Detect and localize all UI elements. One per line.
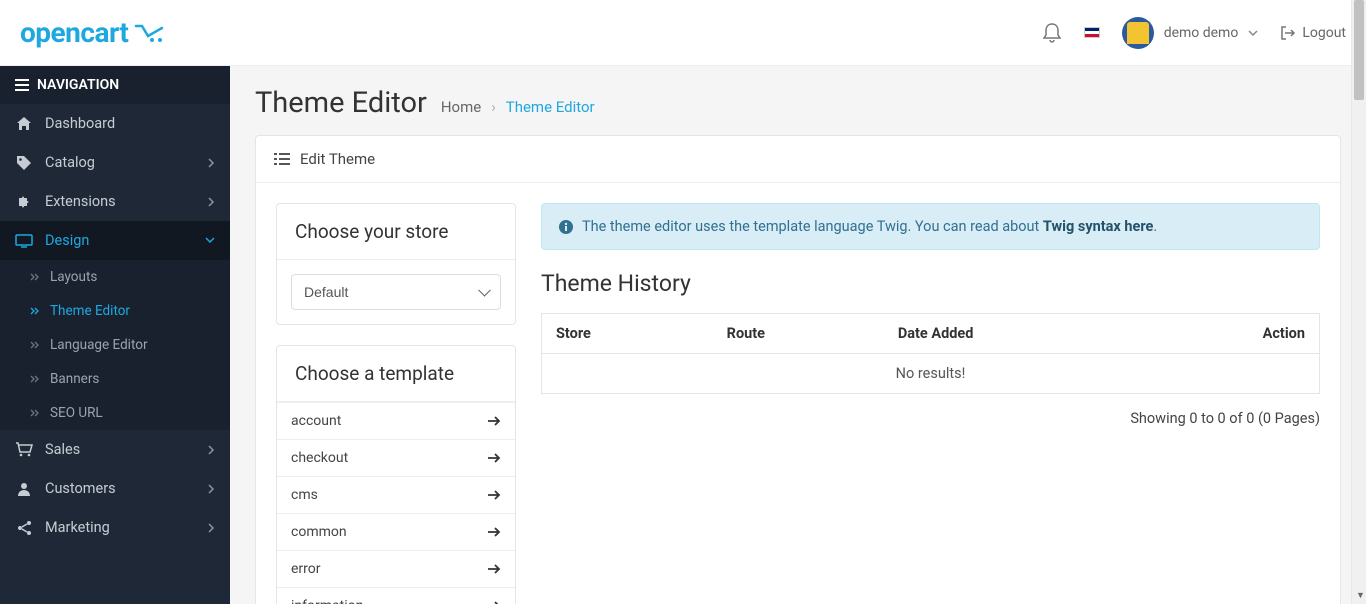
brand-text: opencart [20,16,128,49]
arrow-right-icon [487,600,501,604]
logout-icon [1280,25,1296,41]
list-icon [274,153,290,166]
page-title: Theme Editor [255,86,427,120]
col-date: Date Added [884,314,1149,354]
col-action: Action [1148,314,1319,354]
sidebar-item-sales[interactable]: Sales [0,430,230,469]
sidebar-sub-theme-editor[interactable]: Theme Editor [0,294,230,328]
arrow-right-icon [487,415,501,427]
chevron-right-icon [208,523,215,533]
sidebar-sub-banners[interactable]: Banners [0,362,230,396]
cart-icon [15,442,33,457]
store-select[interactable]: Default [291,274,501,310]
choose-template-title: Choose a template [277,346,515,402]
logout-link[interactable]: Logout [1280,25,1346,41]
breadcrumb-current[interactable]: Theme Editor [506,98,595,116]
cart-icon [134,22,168,44]
template-item[interactable]: account [277,402,515,439]
choose-template-card: Choose a template account checkout [276,345,516,604]
page-header: Theme Editor Home › Theme Editor [230,66,1366,135]
template-item[interactable]: information [277,587,515,604]
header-right: demo demo Logout [1042,17,1346,49]
tag-icon [15,155,33,171]
template-item[interactable]: cms [277,476,515,513]
col-store: Store [542,314,713,354]
arrow-right-icon [487,563,501,575]
info-circle-icon [558,219,574,235]
header: opencart demo demo Logout [0,0,1366,66]
scrollbar-thumb[interactable] [1354,0,1364,100]
chevron-right-icon [208,158,215,168]
sidebar-item-marketing[interactable]: Marketing [0,508,230,547]
user-icon [15,481,33,496]
sidebar-item-dashboard[interactable]: Dashboard [0,104,230,143]
arrow-right-icon [487,526,501,538]
right-column: The theme editor uses the template langu… [541,203,1320,427]
chevron-right-icon [208,484,215,494]
pagination-info: Showing 0 to 0 of 0 (0 Pages) [541,410,1320,427]
arrow-right-icon [487,452,501,464]
angles-right-icon [30,341,40,349]
angles-right-icon [30,375,40,383]
theme-history-title: Theme History [541,270,1320,297]
template-list: account checkout cms [277,402,515,604]
scroll-down-icon[interactable]: ▼ [1356,590,1365,601]
arrow-right-icon [487,489,501,501]
content: Theme Editor Home › Theme Editor Edit Th… [230,66,1366,604]
template-item[interactable]: checkout [277,439,515,476]
sidebar-item-extensions[interactable]: Extensions [0,182,230,221]
col-route: Route [713,314,884,354]
edit-theme-panel: Edit Theme Choose your store Default [255,135,1341,604]
sidebar-sub-language-editor[interactable]: Language Editor [0,328,230,362]
sidebar-sub-seo-url[interactable]: SEO URL [0,396,230,430]
language-flag-icon[interactable] [1084,27,1100,38]
template-item[interactable]: common [277,513,515,550]
chevron-right-icon [208,197,215,207]
user-menu[interactable]: demo demo [1122,17,1259,49]
breadcrumb-separator-icon: › [491,98,496,116]
puzzle-icon [15,194,33,210]
history-table: Store Route Date Added Action No results… [541,313,1320,394]
angles-right-icon [30,307,40,315]
logout-label: Logout [1302,25,1346,41]
desktop-icon [15,234,33,248]
twig-syntax-link[interactable]: Twig syntax here [1043,218,1153,235]
sidebar: NAVIGATION Dashboard Catalog Extensions … [0,66,230,604]
caret-down-icon [1248,30,1258,36]
chevron-down-icon [205,237,215,244]
hamburger-icon [15,79,29,91]
choose-store-card: Choose your store Default [276,203,516,325]
notification-bell-icon[interactable] [1042,22,1062,44]
store-select-wrapper: Default [291,274,501,310]
user-name: demo demo [1164,25,1239,41]
breadcrumb: Home › Theme Editor [441,98,595,116]
angles-right-icon [30,273,40,281]
sidebar-item-catalog[interactable]: Catalog [0,143,230,182]
sidebar-sub-layouts[interactable]: Layouts [0,260,230,294]
angles-right-icon [30,409,40,417]
home-icon [15,116,33,131]
sidebar-item-customers[interactable]: Customers [0,469,230,508]
breadcrumb-home[interactable]: Home [441,98,481,116]
sidebar-item-design[interactable]: Design [0,221,230,260]
chevron-right-icon [208,445,215,455]
share-icon [15,520,33,535]
design-submenu: Layouts Theme Editor Language Editor Ban… [0,260,230,430]
avatar [1122,17,1154,49]
table-row-empty: No results! [542,354,1320,394]
info-alert: The theme editor uses the template langu… [541,203,1320,250]
left-column: Choose your store Default Choose a te [276,203,516,604]
panel-header: Edit Theme [256,136,1340,183]
brand-logo[interactable]: opencart [20,16,168,49]
nav-header: NAVIGATION [0,66,230,104]
template-item[interactable]: error [277,550,515,587]
page-scrollbar[interactable]: ▼ [1351,0,1366,604]
choose-store-title: Choose your store [277,204,515,260]
